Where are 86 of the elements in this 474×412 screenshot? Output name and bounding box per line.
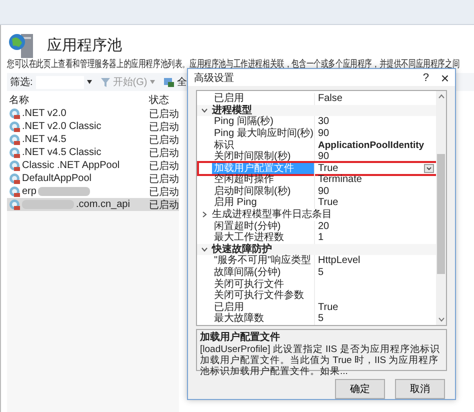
property-value: Terminate: [318, 174, 363, 186]
column-header[interactable]: 名称: [7, 93, 149, 107]
cancel-button[interactable]: 取消: [395, 379, 445, 399]
dialog-title: 高级设置: [194, 72, 235, 85]
app-pool-icon: [9, 121, 20, 132]
pool-row[interactable]: .NET v2.0 已启动: [7, 107, 179, 120]
page-title: 应用程序池: [47, 36, 122, 54]
property-name[interactable]: "服务不可用"响应类型: [212, 255, 315, 268]
property-value: HttpLevel: [318, 255, 362, 268]
description-title: 加载用户配置文件: [200, 332, 281, 344]
dropdown-arrow-icon[interactable]: [86, 80, 92, 84]
pool-status: 已启动: [149, 198, 179, 212]
expand-chevron-icon[interactable]: [201, 211, 208, 218]
property-value: 5: [318, 313, 325, 325]
pool-status: 已启动: [149, 134, 179, 146]
pool-status: 已启动: [149, 120, 179, 134]
app-pool-icon: [9, 134, 20, 145]
property-value: 90: [318, 186, 330, 198]
filter-label: 筛选:: [10, 76, 33, 89]
pool-status: 已启动: [149, 186, 179, 198]
show-all-button[interactable]: 全: [177, 75, 188, 89]
close-button[interactable]: ×: [440, 70, 449, 86]
property-value: 5: [318, 267, 325, 279]
expand-chevron-icon[interactable]: [201, 246, 208, 254]
app-pool-icon: [9, 108, 20, 119]
pool-row[interactable]: .NET v4.5 已启动: [7, 133, 179, 146]
property-value: False: [318, 93, 344, 105]
column-header[interactable]: 状态: [149, 93, 169, 107]
property-value: 1: [318, 232, 325, 244]
pool-name: .NET v2.0: [22, 108, 66, 119]
help-button[interactable]: ?: [422, 72, 441, 84]
pool-row[interactable]: .NET v2.0 Classic 已启动: [7, 120, 179, 133]
property-value: 20: [318, 220, 330, 232]
scrollbar[interactable]: [436, 91, 446, 325]
app-pool-icon: [9, 173, 20, 184]
pool-status: 已启动: [149, 160, 179, 172]
pool-row[interactable]: .com.cn_api 已启动: [7, 198, 179, 211]
pool-status: 已启动: [149, 108, 179, 120]
property-name[interactable]: 闲置超时(分钟): [212, 220, 315, 232]
category-label[interactable]: 进程模型: [212, 104, 252, 116]
property-name[interactable]: 标识: [212, 140, 315, 152]
pool-name: erp: [22, 186, 36, 197]
description-text: [loadUserProfile] 此设置指定 IIS 是否为应用程序池标识加载用户配置文件。当此值为 True 时，IIS 为应用程序池标识加载用户配置文件。如果...: [200, 344, 441, 377]
funnel-icon: [100, 78, 110, 86]
property-name[interactable]: 启用 Ping: [212, 197, 315, 210]
property-name[interactable]: 关闭可执行文件参数: [212, 290, 315, 302]
scroll-up-icon[interactable]: [438, 94, 444, 100]
pool-row[interactable]: erp 已启动: [7, 185, 179, 198]
property-name[interactable]: 故障间隔(分钟): [212, 267, 315, 279]
pool-name: .NET v2.0 Classic: [22, 121, 102, 132]
show-all-icon: [164, 77, 174, 87]
property-value: 90: [318, 128, 330, 140]
app-pool-icon: [9, 160, 20, 171]
pool-row[interactable]: Classic .NET AppPool 已启动: [7, 159, 179, 172]
redaction-blur: [38, 187, 90, 196]
property-name[interactable]: 生成进程模型事件日志条目: [212, 209, 332, 221]
property-name[interactable]: 已启用: [212, 302, 315, 314]
app-pool-icon: [9, 186, 20, 197]
dropdown-button-icon[interactable]: [424, 164, 434, 173]
pool-status: 已启动: [149, 146, 179, 160]
pool-name: .NET v4.5: [22, 134, 66, 145]
property-name[interactable]: Ping 最大响应时间(秒): [212, 128, 315, 140]
pool-row[interactable]: .NET v4.5 Classic 已启动: [7, 146, 179, 159]
pool-name: DefaultAppPool: [22, 173, 92, 184]
property-value: ApplicationPoolIdentity: [318, 140, 426, 152]
app-pool-icon: [9, 199, 20, 210]
property-name[interactable]: 关闭可执行文件: [212, 278, 315, 290]
scroll-down-icon[interactable]: [438, 317, 444, 322]
property-name[interactable]: 启动时间限制(秒): [212, 186, 315, 198]
property-value: True: [318, 197, 340, 209]
property-value: True: [318, 302, 340, 314]
app-pool-icon: [9, 147, 20, 158]
pool-name: Classic .NET AppPool: [22, 160, 120, 171]
pool-name: .com.cn_api: [76, 199, 130, 210]
pool-status: 已启动: [149, 172, 179, 186]
property-name[interactable]: 最大故障数: [212, 313, 315, 325]
page-description: 您可以在此页上查看和管理服务器上的应用程序池列表。应用程序池与工作进程相关联，包含一个或多个应用程序，并提供不同应用程序之间: [7, 59, 460, 71]
property-value: 90: [318, 151, 330, 163]
pool-row[interactable]: DefaultAppPool 已启动: [7, 172, 179, 185]
expand-chevron-icon[interactable]: [201, 107, 208, 114]
ok-button[interactable]: 确定: [335, 379, 385, 399]
property-name[interactable]: Ping 间隔(秒): [212, 116, 315, 128]
property-value: True: [318, 162, 340, 174]
pool-name: .NET v4.5 Classic: [22, 147, 102, 158]
property-value: 30: [318, 116, 330, 128]
property-name[interactable]: 空闲超时操作: [212, 174, 315, 186]
